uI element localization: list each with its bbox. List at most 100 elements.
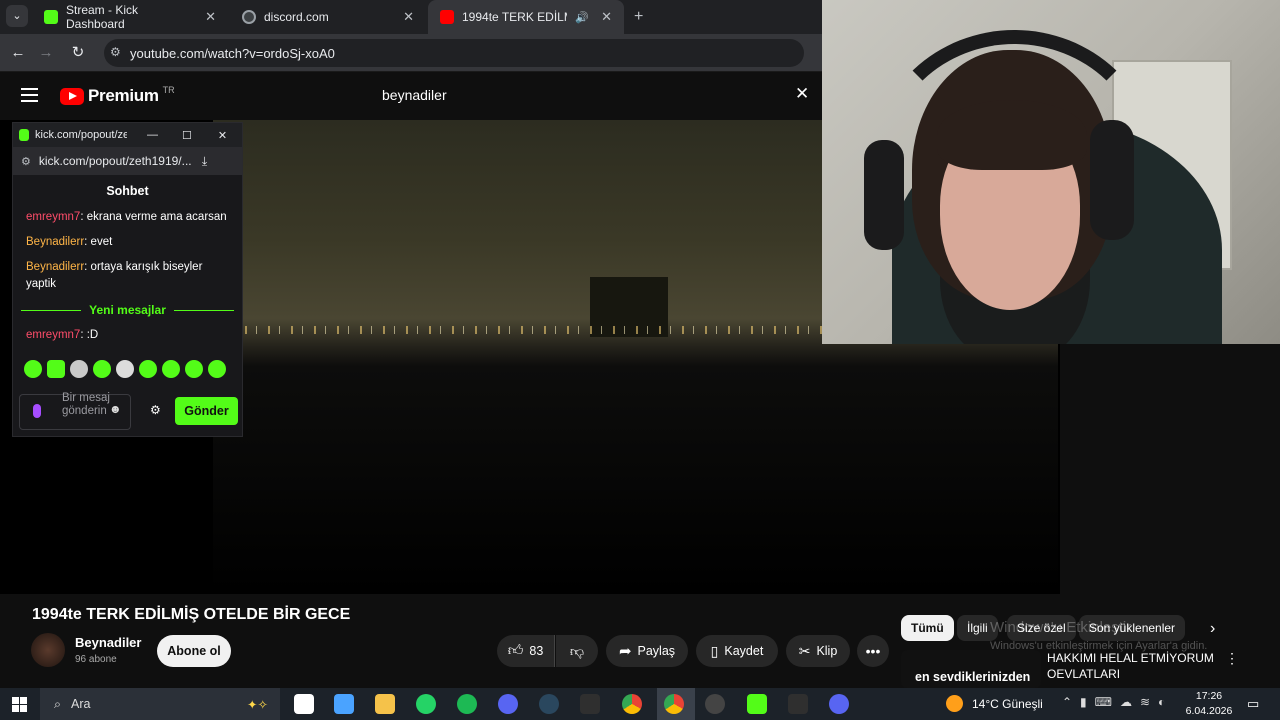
- folder-icon[interactable]: [375, 694, 395, 714]
- forward-icon[interactable]: →: [34, 41, 58, 65]
- emote-icon[interactable]: [208, 360, 226, 378]
- browser-tab-bar: ⌄ Stream - Kick Dashboard ✕ discord.com …: [0, 0, 822, 34]
- speaker-icon[interactable]: 🔊: [575, 11, 589, 24]
- search-input[interactable]: beynadiler ✕: [370, 80, 820, 110]
- chrome-active-icon[interactable]: [664, 694, 684, 714]
- clip-button[interactable]: ✂ Klip: [786, 635, 850, 667]
- tab-youtube-video[interactable]: 1994te TERK EDİLMİŞ OTELD 🔊 ✕: [428, 0, 624, 34]
- file-icon[interactable]: [294, 694, 314, 714]
- obs-icon[interactable]: [705, 694, 725, 714]
- subscribe-button[interactable]: Abone ol: [157, 635, 231, 667]
- site-info-icon[interactable]: ⚙: [110, 45, 121, 59]
- chip-all[interactable]: Tümü: [901, 615, 954, 641]
- activation-watermark: Windows'u Etkinleştir: [990, 619, 1132, 636]
- bookmark-icon: ▯: [710, 642, 719, 659]
- clock-date[interactable]: 6.04.2026: [1184, 705, 1234, 717]
- send-button[interactable]: Gönder: [175, 397, 238, 425]
- kick-icon: [44, 10, 58, 24]
- microphone-icon[interactable]: [33, 404, 41, 418]
- emote-icon[interactable]: [70, 360, 88, 378]
- youtube-logo[interactable]: Premium TR: [60, 85, 175, 106]
- search-highlight-icon: ✦✧: [247, 697, 268, 712]
- emote-icon[interactable]: [93, 360, 111, 378]
- recommendation-title[interactable]: HAKKIMI HELAL ETMİYORUM OEVLATLARI: [1047, 650, 1222, 682]
- channel-avatar[interactable]: [31, 633, 65, 667]
- thumbnail-text: en sevdiklerinizden: [915, 670, 1031, 684]
- headphone-right-cup: [1090, 120, 1134, 240]
- save-button[interactable]: ▯ Kaydet: [696, 635, 778, 667]
- discord-app-icon[interactable]: [829, 694, 849, 714]
- share-button[interactable]: ➦ Paylaş: [606, 635, 688, 667]
- discord-icon[interactable]: [498, 694, 518, 714]
- tab-kick-dashboard[interactable]: Stream - Kick Dashboard ✕: [32, 0, 228, 34]
- emote-icon[interactable]: [185, 360, 203, 378]
- settings-gear-icon[interactable]: ⚙: [150, 403, 161, 417]
- new-tab-button[interactable]: +: [634, 8, 643, 26]
- more-actions-button[interactable]: •••: [857, 635, 889, 667]
- spotify-icon[interactable]: [457, 694, 477, 714]
- minimize-icon[interactable]: —: [147, 129, 158, 141]
- notification-icon[interactable]: ▭: [1247, 696, 1259, 712]
- close-icon[interactable]: ✕: [403, 9, 414, 25]
- tab-title: 1994te TERK EDİLMİŞ OTELD: [462, 10, 567, 24]
- kick-app-icon[interactable]: [747, 694, 767, 714]
- chat-username[interactable]: emreymn7: [26, 211, 80, 223]
- steam-icon[interactable]: [539, 694, 559, 714]
- chat-message-input[interactable]: Bir mesaj gönderin ☻: [19, 392, 131, 430]
- youtube-icon: [440, 10, 454, 24]
- epic-games-icon[interactable]: [580, 694, 600, 714]
- chat-message: Beynadilerr: evet: [13, 234, 242, 251]
- chevron-right-icon[interactable]: ›: [1210, 620, 1215, 638]
- menu-icon[interactable]: [21, 88, 38, 102]
- popup-url: kick.com/popout/zeth1919/...: [38, 154, 192, 168]
- thumbs-down-icon: 👎︎: [569, 642, 585, 659]
- tab-search-button[interactable]: ⌄: [6, 5, 28, 27]
- chat-input-placeholder: Bir mesaj gönderin: [62, 392, 110, 417]
- emote-icon[interactable]: [47, 360, 65, 378]
- taskbar-search[interactable]: ⌕ Ara ✦✧: [40, 688, 280, 720]
- chat-username[interactable]: Beynadilerr: [26, 261, 84, 273]
- system-tray-icons[interactable]: ⌃▮⌨☁≋◐: [1062, 695, 1173, 709]
- maximize-icon[interactable]: ☐: [182, 129, 192, 142]
- site-info-icon[interactable]: ⚙: [21, 155, 31, 168]
- weather-sun-icon[interactable]: [946, 695, 963, 712]
- close-icon[interactable]: ✕: [205, 9, 216, 25]
- back-icon[interactable]: ←: [6, 41, 30, 65]
- like-button[interactable]: 👍︎ 83: [497, 635, 555, 667]
- new-messages-divider: Yeni mesajlar: [21, 303, 234, 317]
- chat-username[interactable]: emreymn7: [26, 329, 80, 341]
- webcam-overlay: [822, 0, 1280, 344]
- emote-icon[interactable]: [116, 360, 134, 378]
- app-icon[interactable]: [334, 694, 354, 714]
- search-icon: ⌕: [54, 696, 62, 711]
- more-vertical-icon[interactable]: ⋮: [1225, 650, 1239, 667]
- download-icon[interactable]: ⤓: [202, 154, 207, 169]
- popup-address-bar[interactable]: ⚙ kick.com/popout/zeth1919/... ⤓: [13, 147, 242, 175]
- dislike-button[interactable]: 👎︎: [556, 635, 598, 667]
- clear-search-icon[interactable]: ✕: [795, 84, 809, 104]
- chrome-icon[interactable]: [622, 694, 642, 714]
- epic-launcher-icon[interactable]: [788, 694, 808, 714]
- weather-text[interactable]: 14°C Güneşli: [972, 697, 1043, 711]
- channel-name[interactable]: Beynadiler: [75, 635, 141, 650]
- popup-title: kick.com/popout/zeth: [35, 129, 127, 141]
- save-label: Kaydet: [724, 644, 764, 658]
- close-icon[interactable]: ✕: [218, 129, 227, 142]
- emote-icon[interactable]: [162, 360, 180, 378]
- windows-start-icon[interactable]: [12, 697, 27, 712]
- tab-title: discord.com: [264, 10, 329, 24]
- clock-time[interactable]: 17:26: [1190, 690, 1228, 702]
- emoji-icon[interactable]: ☻: [109, 403, 122, 416]
- region-code: TR: [162, 85, 175, 95]
- search-value: beynadiler: [382, 87, 447, 103]
- emote-icon[interactable]: [139, 360, 157, 378]
- chat-header: Sohbet: [13, 175, 242, 207]
- close-icon[interactable]: ✕: [601, 9, 612, 25]
- tab-discord[interactable]: discord.com ✕: [230, 0, 426, 34]
- recommendation-thumbnail[interactable]: en sevdiklerinizden: [901, 650, 1041, 688]
- emote-icon[interactable]: [24, 360, 42, 378]
- reload-icon[interactable]: ↻: [66, 41, 90, 65]
- chat-username[interactable]: Beynadilerr: [26, 236, 84, 248]
- address-field[interactable]: ⚙ youtube.com/watch?v=ordoSj-xoA0: [104, 39, 804, 67]
- whatsapp-icon[interactable]: [416, 694, 436, 714]
